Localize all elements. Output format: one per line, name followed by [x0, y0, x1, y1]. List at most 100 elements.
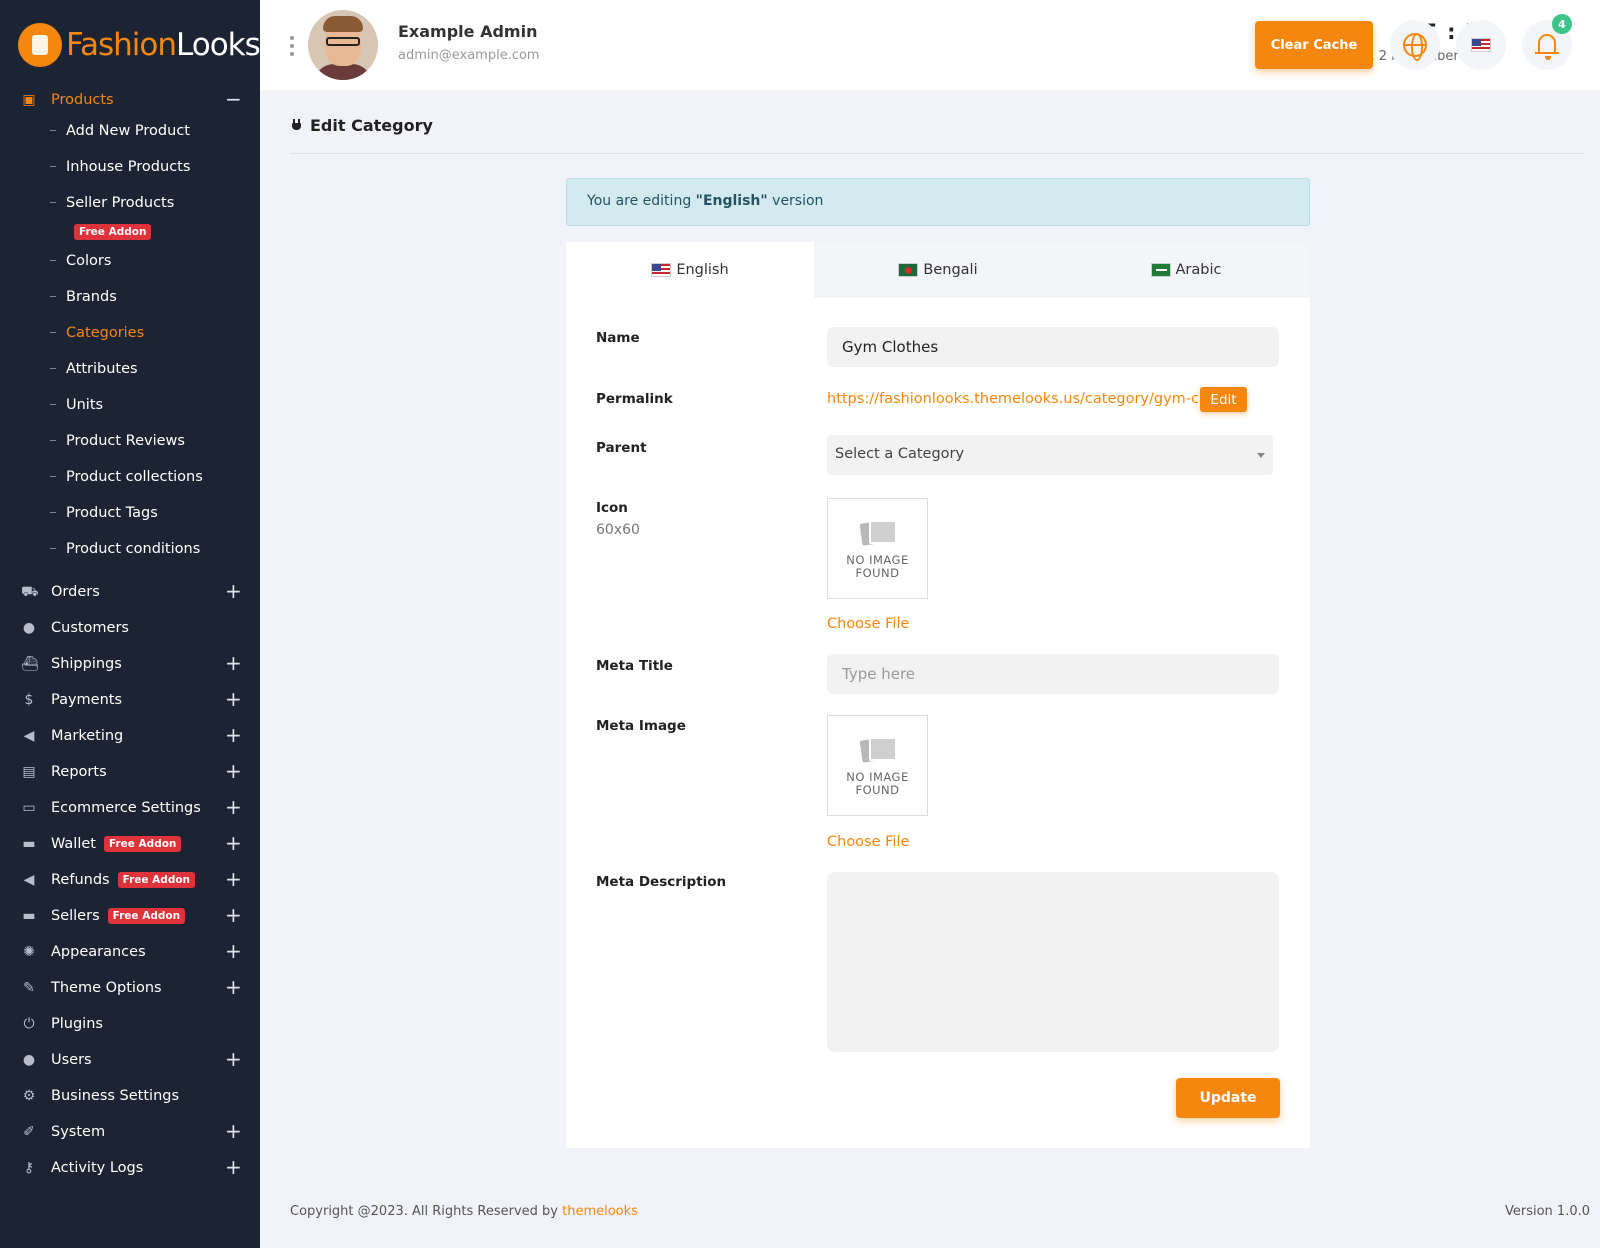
- users-group-icon: ●: [22, 1052, 36, 1068]
- sidebar-subitem-seller-products[interactable]: Seller Products: [0, 185, 260, 221]
- icon-choose-file-link[interactable]: Choose File: [827, 616, 909, 632]
- tab-english[interactable]: English: [566, 242, 814, 298]
- sidebar-item-wallet[interactable]: ▬ Wallet Free Addon +: [0, 826, 260, 862]
- sidebar-item-appearances[interactable]: ✺ Appearances +: [0, 934, 260, 970]
- expand-icon[interactable]: +: [225, 689, 242, 709]
- notifications-button[interactable]: 4: [1522, 14, 1572, 70]
- editing-language-alert: You are editing "English" version: [566, 178, 1310, 226]
- footer-copyright: Copyright @2023. All Rights Reserved by …: [290, 1204, 638, 1219]
- free-addon-badge: Free Addon: [103, 836, 182, 852]
- sidebar-subitem-units[interactable]: Units: [0, 387, 260, 423]
- image-placeholder-icon: [861, 735, 897, 763]
- sidebar-item-users[interactable]: ● Users +: [0, 1042, 260, 1078]
- sidebar-subitem-inhouse-products[interactable]: Inhouse Products: [0, 149, 260, 185]
- ship-icon: ⛴: [21, 656, 39, 672]
- sidebar-item-shippings[interactable]: ⛴ Shippings +: [0, 646, 260, 682]
- expand-icon[interactable]: +: [225, 1157, 242, 1177]
- expand-icon[interactable]: +: [225, 581, 242, 601]
- sidebar-item-theme-options[interactable]: ✎ Theme Options +: [0, 970, 260, 1006]
- expand-icon[interactable]: +: [225, 833, 242, 853]
- sidebar-item-business-settings[interactable]: ⚙ Business Settings: [0, 1078, 260, 1114]
- permalink-link[interactable]: https://fashionlooks.themelooks.us/categ…: [827, 391, 1243, 407]
- expand-icon[interactable]: +: [225, 761, 242, 781]
- tab-bengali[interactable]: Bengali: [814, 242, 1062, 298]
- meta-image-preview[interactable]: NO IMAGE FOUND: [827, 715, 928, 816]
- language-globe-button[interactable]: [1390, 20, 1440, 70]
- palette-icon: ✺: [23, 944, 35, 960]
- collapse-icon[interactable]: −: [225, 89, 242, 109]
- saudi-flag-icon: [1150, 263, 1171, 277]
- icon-image-preview[interactable]: NO IMAGE FOUND: [827, 498, 928, 599]
- update-button[interactable]: Update: [1176, 1078, 1280, 1118]
- brush-icon: ✎: [23, 980, 35, 996]
- caret-down-icon: [1257, 453, 1265, 458]
- sidebar-item-marketing[interactable]: ◀ Marketing +: [0, 718, 260, 754]
- sidebar-subitem-product-conditions[interactable]: Product conditions: [0, 531, 260, 567]
- icon-label: Icon: [596, 500, 628, 516]
- sidebar-item-orders[interactable]: ⛟ Orders +: [0, 574, 260, 610]
- expand-icon[interactable]: +: [225, 653, 242, 673]
- notification-badge: 4: [1552, 14, 1572, 34]
- sidebar-item-refunds[interactable]: ◀ Refunds Free Addon +: [0, 862, 260, 898]
- meta-title-input[interactable]: [827, 654, 1279, 694]
- meta-title-label: Meta Title: [596, 658, 673, 674]
- free-addon-badge: Free Addon: [107, 908, 186, 924]
- expand-icon[interactable]: +: [225, 977, 242, 997]
- sidebar-item-customers[interactable]: ● Customers: [0, 610, 260, 646]
- sidebar-item-plugins[interactable]: ⏻ Plugins: [0, 1006, 260, 1042]
- sidebar-item-ecommerce-settings[interactable]: ▭ Ecommerce Settings +: [0, 790, 260, 826]
- sidebar-item-payments[interactable]: $ Payments +: [0, 682, 260, 718]
- sidebar-item-sellers[interactable]: ▬ Sellers Free Addon +: [0, 898, 260, 934]
- sidebar-item-reports[interactable]: ▤ Reports +: [0, 754, 260, 790]
- footer-themelooks-link[interactable]: themelooks: [562, 1204, 638, 1219]
- sidebar-subitem-add-new-product[interactable]: Add New Product: [0, 113, 260, 149]
- meta-description-textarea[interactable]: [827, 872, 1279, 1052]
- expand-icon[interactable]: +: [225, 797, 242, 817]
- expand-icon[interactable]: +: [225, 725, 242, 745]
- name-label: Name: [596, 330, 640, 346]
- sidebar-subitem-brands[interactable]: Brands: [0, 279, 260, 315]
- top-header: Example Admin admin@example.com 15 : 50 …: [260, 0, 1600, 90]
- meta-image-choose-file-link[interactable]: Choose File: [827, 834, 909, 850]
- bell-icon: [1535, 34, 1559, 60]
- gears-icon: ⚙: [22, 1088, 36, 1104]
- expand-icon[interactable]: +: [225, 905, 242, 925]
- free-addon-badge: Free Addon: [117, 872, 196, 888]
- users-icon: ●: [22, 620, 36, 636]
- us-flag-icon: [1471, 38, 1491, 52]
- plug-icon: [291, 118, 302, 133]
- sidebar-subitem-categories[interactable]: Categories: [0, 315, 260, 351]
- image-placeholder-icon: [861, 518, 897, 546]
- megaphone-icon: ◀: [23, 728, 35, 744]
- icon-size-hint: 60x60: [596, 522, 640, 538]
- expand-icon[interactable]: +: [225, 869, 242, 889]
- tab-arabic[interactable]: Arabic: [1062, 242, 1310, 298]
- sidebar-subitem-attributes[interactable]: Attributes: [0, 351, 260, 387]
- parent-select[interactable]: Select a Category: [827, 435, 1273, 475]
- globe-icon: [1403, 33, 1427, 61]
- name-input[interactable]: [827, 327, 1279, 367]
- wrench-icon: ✐: [23, 1124, 35, 1140]
- expand-icon[interactable]: +: [225, 1121, 242, 1141]
- sidebar-item-activity-logs[interactable]: ⚷ Activity Logs +: [0, 1150, 260, 1186]
- brand-logo[interactable]: FashionLooks: [0, 0, 261, 90]
- us-flag-icon: [651, 263, 672, 277]
- sidebar-item-system[interactable]: ✐ System +: [0, 1114, 260, 1150]
- expand-icon[interactable]: +: [225, 941, 242, 961]
- avatar[interactable]: [308, 10, 378, 80]
- sidebar-subitem-product-reviews[interactable]: Product Reviews: [0, 423, 260, 459]
- expand-icon[interactable]: +: [225, 1049, 242, 1069]
- shopping-bag-logo-icon: [18, 23, 62, 67]
- language-flag-button[interactable]: [1456, 20, 1506, 70]
- permalink-edit-button[interactable]: Edit: [1200, 387, 1247, 412]
- clear-cache-button[interactable]: Clear Cache: [1255, 21, 1373, 69]
- admin-email: admin@example.com: [398, 48, 540, 63]
- meta-image-label: Meta Image: [596, 718, 686, 734]
- sidebar-subitem-product-tags[interactable]: Product Tags: [0, 495, 260, 531]
- parent-label: Parent: [596, 440, 647, 456]
- sidebar-subitem-product-collections[interactable]: Product collections: [0, 459, 260, 495]
- meta-description-label: Meta Description: [596, 874, 727, 890]
- plug-icon: ⏻: [23, 1016, 35, 1032]
- menu-toggle-icon[interactable]: [290, 36, 294, 56]
- sidebar-subitem-colors[interactable]: Colors: [0, 243, 260, 279]
